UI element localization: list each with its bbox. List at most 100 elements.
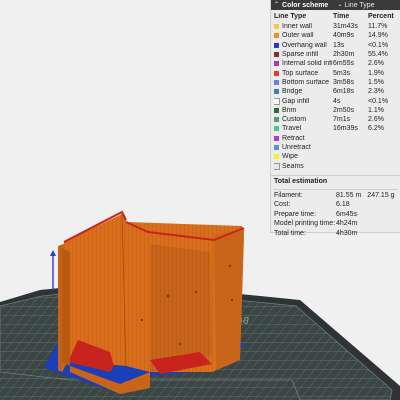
- line-type-percent: <0.1%: [368, 97, 389, 105]
- line-type-row[interactable]: Bottom surface 3m58s 1.5%: [271, 78, 400, 87]
- header-percent: Percent: [368, 13, 394, 20]
- cost-value: 6.18: [336, 201, 350, 209]
- line-type-name: Internal solid infill: [274, 60, 333, 67]
- total-time-label: Total time:: [274, 229, 306, 237]
- line-type-percent: 2.6%: [368, 60, 384, 68]
- model-printing-time-value: 4h24m: [336, 220, 358, 228]
- header-time: Time: [333, 13, 350, 20]
- line-type-label: Gap infill: [282, 97, 310, 105]
- line-type-label: Retract: [282, 134, 305, 142]
- cost-row: Cost: 6.18: [271, 200, 400, 209]
- line-type-label: Bottom surface: [282, 78, 330, 86]
- color-swatch-icon: [274, 79, 279, 85]
- color-swatch-icon: [274, 24, 279, 30]
- color-swatch-icon: [274, 33, 279, 39]
- line-type-percent: 55.4%: [368, 51, 388, 59]
- line-type-row[interactable]: Wipe: [271, 152, 400, 161]
- color-swatch-icon: [274, 107, 279, 113]
- line-type-label: Internal solid infill: [282, 60, 333, 68]
- line-type-row[interactable]: Top surface 5m3s 1.9%: [271, 68, 400, 77]
- line-type-label: Bridge: [282, 88, 303, 96]
- line-type-row[interactable]: Retract: [271, 134, 400, 143]
- model-printing-time-label: Model printing time:: [274, 220, 336, 228]
- line-type-name: Bottom surface: [274, 79, 333, 86]
- line-type-label: Seams: [282, 162, 304, 170]
- line-type-percent: 2.3%: [368, 88, 384, 96]
- line-type-percent: 1.5%: [368, 78, 384, 86]
- line-type-time: 40m9s: [333, 32, 355, 40]
- color-swatch-icon: [274, 61, 279, 67]
- line-type-time: 6m18s: [333, 88, 355, 96]
- line-type-name: Travel: [274, 125, 333, 132]
- line-type-row[interactable]: Sparse infill 2h30m 55.4%: [271, 50, 400, 59]
- total-estimation: Total estimation Filament: 81.55 m 247.1…: [271, 174, 400, 238]
- line-type-row[interactable]: Outer wall 40m9s 14.9%: [271, 31, 400, 40]
- divider: [274, 188, 398, 190]
- z-axis-gizmo: [50, 250, 56, 290]
- line-type-row[interactable]: Seams: [271, 161, 400, 170]
- filament-weight: 247.15 g: [367, 191, 395, 199]
- line-type-row[interactable]: Bridge 6m18s 2.3%: [271, 87, 400, 96]
- line-type-label: Top surface: [282, 69, 319, 77]
- color-swatch-icon: [274, 154, 279, 160]
- line-type-name: Outer wall: [274, 32, 333, 39]
- line-type-time: 6m55s: [333, 60, 355, 68]
- filament-row: Filament: 81.55 m 247.15 g: [271, 191, 400, 200]
- color-swatch-icon: [274, 162, 280, 170]
- prepare-time-label: Prepare time:: [274, 210, 317, 218]
- line-type-name: Unretract: [274, 144, 333, 151]
- color-scheme-dropdown[interactable]: ⌄ Line Type: [337, 2, 374, 9]
- color-scheme-selected: Line Type: [344, 1, 375, 9]
- line-type-label: Outer wall: [282, 32, 314, 40]
- collapse-icon[interactable]: ⌃: [274, 2, 279, 8]
- color-swatch-icon: [274, 89, 279, 95]
- line-type-row[interactable]: Internal solid infill 6m55s 2.6%: [271, 59, 400, 68]
- line-type-percent: 1.9%: [368, 69, 384, 77]
- line-type-percent: 11.7%: [368, 23, 388, 31]
- line-type-percent: <0.1%: [368, 41, 389, 49]
- line-type-row[interactable]: Brim 2m50s 1.1%: [271, 106, 400, 115]
- model-printing-time-row: Model printing time: 4h24m: [271, 219, 400, 228]
- line-type-row[interactable]: Unretract: [271, 143, 400, 152]
- color-swatch-icon: [274, 42, 279, 48]
- total-time-row: Total time: 4h30m: [271, 228, 400, 237]
- line-type-name: Inner wall: [274, 23, 333, 30]
- color-swatch-icon: [274, 135, 279, 141]
- line-type-row[interactable]: Travel 16m39s 6.2%: [271, 124, 400, 133]
- table-header: Line Type Time Percent: [271, 11, 400, 22]
- line-type-time: 13s: [333, 41, 345, 49]
- estimation-title: Total estimation: [274, 177, 328, 185]
- line-type-name: Bridge: [274, 88, 333, 95]
- line-type-time: 2m50s: [333, 106, 355, 114]
- line-type-list: Inner wall 31m43s 11.7% Outer wall 40m9s 14.9…: [271, 22, 400, 171]
- line-type-time: 3m58s: [333, 78, 355, 86]
- line-type-name: Retract: [274, 135, 333, 142]
- line-type-row[interactable]: Gap infill 4s <0.1%: [271, 96, 400, 105]
- line-type-time: 5m3s: [333, 69, 351, 77]
- line-type-name: Overhang wall: [274, 42, 333, 49]
- line-type-label: Custom: [282, 116, 307, 124]
- panel-header: ⌃ Color scheme ⌄ Line Type: [271, 0, 400, 10]
- line-type-time: 2h30m: [333, 51, 355, 59]
- header-line-type: Line Type: [274, 13, 307, 20]
- line-type-name: Brim: [274, 107, 333, 114]
- prepare-time-value: 6m45s: [336, 210, 358, 218]
- line-type-percent: 14.9%: [368, 32, 388, 40]
- color-swatch-icon: [274, 126, 279, 132]
- line-type-label: Sparse infill: [282, 51, 319, 59]
- line-type-label: Brim: [282, 106, 297, 114]
- line-type-name: Wipe: [274, 153, 333, 160]
- line-type-label: Unretract: [282, 144, 311, 151]
- color-swatch-icon: [274, 97, 280, 105]
- chevron-down-icon: ⌄: [337, 2, 343, 8]
- line-type-name: Sparse infill: [274, 51, 333, 58]
- line-type-name: Custom: [274, 116, 333, 123]
- line-type-row[interactable]: Overhang wall 13s <0.1%: [271, 41, 400, 50]
- line-type-label: Travel: [282, 125, 302, 133]
- line-type-percent: 2.6%: [368, 116, 384, 124]
- line-type-row[interactable]: Inner wall 31m43s 11.7%: [271, 22, 400, 31]
- line-type-label: Wipe: [282, 153, 298, 161]
- line-type-row[interactable]: Custom 7m1s 2.6%: [271, 115, 400, 124]
- filament-length: 81.55 m: [336, 191, 362, 199]
- line-type-name: Gap infill: [274, 97, 333, 105]
